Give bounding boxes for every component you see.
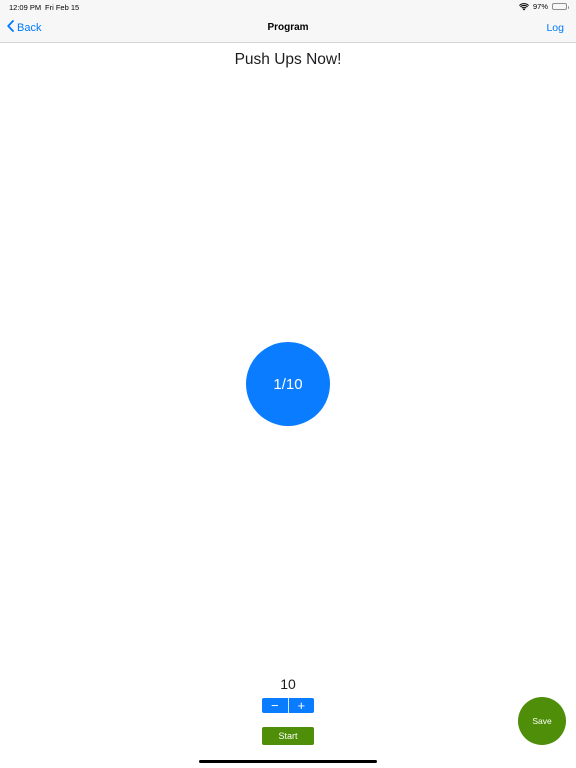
rep-counter-text: 1/10 — [273, 375, 303, 393]
wifi-icon — [518, 2, 529, 11]
save-button[interactable]: Save — [518, 697, 566, 745]
page-title: Program — [267, 22, 309, 33]
exercise-heading: Push Ups Now! — [234, 51, 342, 68]
battery-icon — [552, 3, 569, 10]
decrement-button[interactable]: − — [262, 698, 288, 713]
navigation-bar: Back Program Log — [0, 14, 576, 43]
target-reps-value: 10 — [280, 676, 296, 692]
status-date: Fri Feb 15 — [45, 3, 80, 12]
target-reps-stepper[interactable]: − + — [262, 698, 314, 713]
rep-counter-button[interactable]: 1/10 — [246, 342, 330, 426]
log-button[interactable]: Log — [546, 22, 564, 34]
home-indicator[interactable] — [199, 760, 377, 763]
status-time: 12:09 PM — [9, 3, 42, 12]
stepper-divider — [287, 698, 289, 713]
start-button[interactable]: Start — [262, 727, 314, 745]
status-indicators: 97% — [518, 2, 569, 11]
increment-button[interactable]: + — [289, 698, 315, 713]
battery-percent: 97% — [532, 2, 548, 11]
status-bar: 12:09 PM Fri Feb 15 97% — [0, 0, 576, 14]
battery-cap — [567, 6, 569, 9]
